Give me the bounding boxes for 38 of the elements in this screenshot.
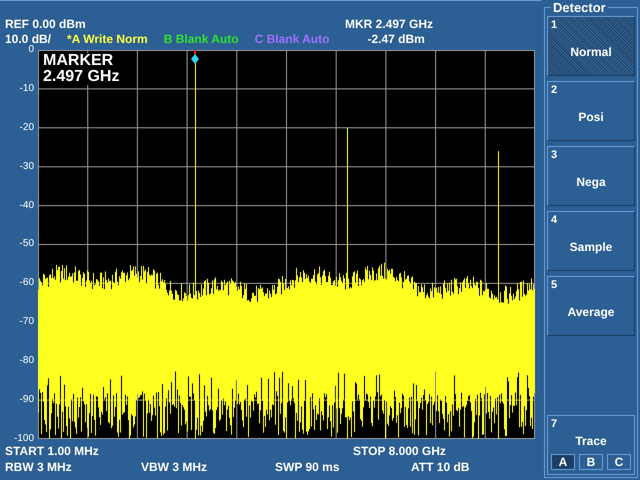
- axis-label: -40: [20, 200, 34, 211]
- start-frequency: START 1.00 MHz: [5, 444, 100, 458]
- trace-option[interactable]: B: [579, 454, 603, 470]
- softkey[interactable]: 5 Average: [547, 276, 635, 336]
- axis-label: 0: [28, 45, 34, 55]
- axis-label: -30: [20, 162, 34, 172]
- axis-label: -20: [20, 122, 34, 133]
- rbw-label: RBW 3 MHz: [5, 460, 73, 474]
- axis-label: -60: [20, 278, 34, 288]
- axis-label: -100: [14, 434, 34, 444]
- marker-diamond-icon: [191, 54, 199, 64]
- axis-label: -50: [20, 239, 34, 250]
- axis-label: -80: [20, 356, 34, 366]
- trace-label: *A Write Norm: [67, 32, 148, 46]
- softkey[interactable]: 3 Nega: [547, 146, 635, 206]
- trace-label: C Blank Auto: [254, 32, 330, 46]
- marker-frequency: MKR 2.497 GHz: [345, 16, 434, 30]
- scale-label: 10.0 dB/: [5, 32, 52, 46]
- vbw-label: VBW 3 MHz: [141, 460, 208, 474]
- axis-label: -90: [20, 395, 34, 406]
- softkey[interactable]: 4 Sample: [547, 211, 635, 271]
- trace-label: B Blank Auto: [164, 32, 239, 46]
- trace-option[interactable]: A: [551, 454, 575, 470]
- key-number: 7: [551, 418, 558, 430]
- trace-option[interactable]: C: [607, 454, 631, 470]
- marker-title: MARKER: [42, 53, 114, 69]
- attenuation-label: ATT 10 dB: [411, 460, 470, 474]
- softkey[interactable]: 2 Posi: [547, 81, 635, 141]
- sweep-time: SWP 90 ms: [275, 460, 340, 474]
- reference-level: REF 0.00 dBm: [5, 16, 87, 30]
- axis-label: -70: [20, 317, 34, 328]
- panel-title: Detector: [551, 0, 608, 15]
- stop-frequency: STOP 8.000 GHz: [353, 444, 446, 458]
- softkey[interactable]: 1 Normal: [547, 16, 635, 76]
- marker-readout: 2.497 GHz: [42, 69, 120, 85]
- axis-label: -10: [20, 84, 34, 94]
- marker-level: -2.47 dBm: [367, 32, 425, 46]
- key-label: Trace: [574, 434, 608, 448]
